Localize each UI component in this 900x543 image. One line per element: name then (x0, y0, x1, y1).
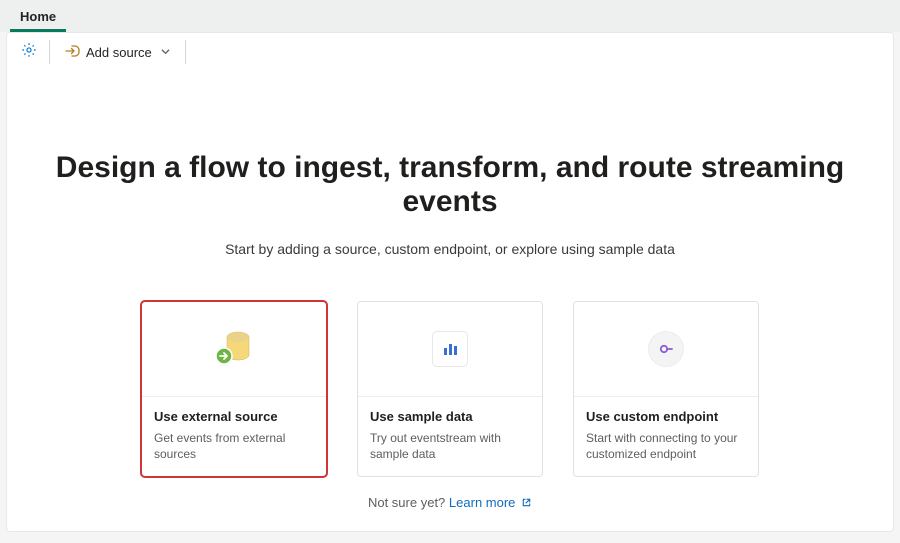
learn-more-link[interactable]: Learn more (449, 495, 532, 510)
card-title: Use external source (154, 409, 314, 424)
option-card-sample-data[interactable]: Use sample data Try out eventstream with… (357, 301, 543, 477)
card-title: Use sample data (370, 409, 530, 424)
learn-more-label: Learn more (449, 495, 515, 510)
toolbar-divider (49, 40, 50, 64)
option-card-row: Use external source Get events from exte… (7, 301, 893, 477)
page-title: Design a flow to ingest, transform, and … (7, 151, 893, 219)
external-link-icon (517, 496, 532, 511)
hint-text: Not sure yet? (368, 495, 445, 510)
chevron-down-icon (160, 45, 171, 60)
page-subtitle: Start by adding a source, custom endpoin… (7, 241, 893, 257)
card-body: Use sample data Try out eventstream with… (358, 397, 542, 476)
card-image (142, 302, 326, 397)
add-source-button[interactable]: Add source (56, 38, 179, 66)
add-source-label: Add source (86, 45, 152, 60)
toolbar: Add source (7, 33, 893, 71)
tab-bar: Home (0, 0, 900, 32)
card-desc: Try out eventstream with sample data (370, 430, 530, 462)
option-card-custom-endpoint[interactable]: Use custom endpoint Start with connectin… (573, 301, 759, 477)
settings-button[interactable] (15, 38, 43, 66)
add-source-icon (64, 43, 80, 62)
external-source-icon (210, 325, 258, 374)
option-card-external-source[interactable]: Use external source Get events from exte… (141, 301, 327, 477)
card-image (574, 302, 758, 397)
card-body: Use external source Get events from exte… (142, 397, 326, 476)
hero-area: Design a flow to ingest, transform, and … (7, 71, 893, 531)
custom-endpoint-icon (648, 331, 684, 367)
gear-icon (20, 41, 38, 64)
card-image (358, 302, 542, 397)
tab-home[interactable]: Home (10, 2, 66, 32)
card-desc: Start with connecting to your customized… (586, 430, 746, 462)
footer-hint: Not sure yet? Learn more (7, 495, 893, 511)
sample-data-icon (432, 331, 468, 367)
toolbar-divider-2 (185, 40, 186, 64)
card-title: Use custom endpoint (586, 409, 746, 424)
card-desc: Get events from external sources (154, 430, 314, 462)
content-surface: Add source Design a flow to ingest, tran… (6, 32, 894, 532)
card-body: Use custom endpoint Start with connectin… (574, 397, 758, 476)
